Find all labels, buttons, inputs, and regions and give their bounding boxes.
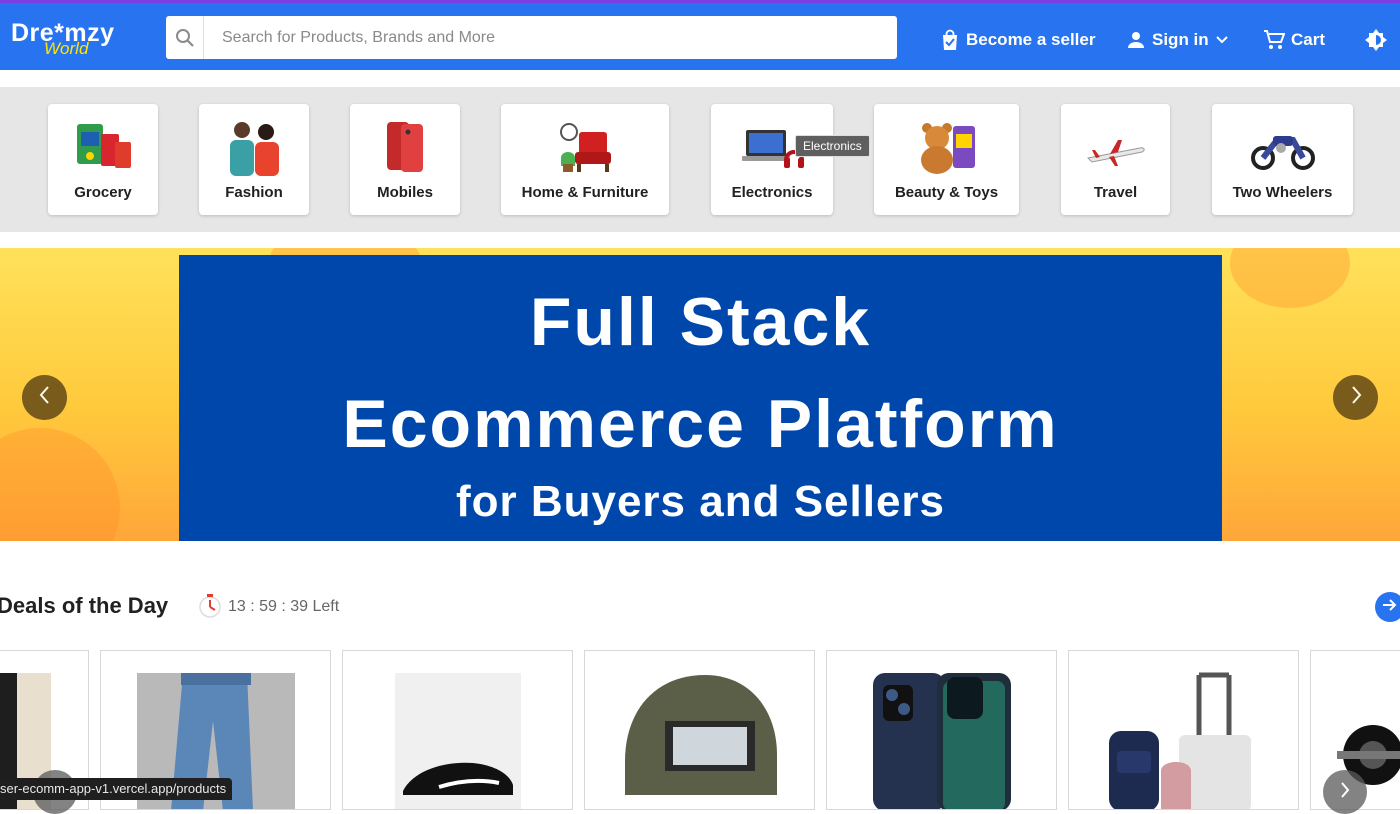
deals-next-button[interactable] xyxy=(1375,592,1400,622)
chevron-left-icon xyxy=(38,385,52,410)
search-icon[interactable] xyxy=(166,16,204,59)
logo-sub[interactable]: World xyxy=(44,39,88,59)
category-two-wheelers[interactable]: Two Wheelers xyxy=(1212,104,1353,215)
category-grocery[interactable]: Grocery xyxy=(48,104,158,215)
browser-status-url: ser-ecomm-app-v1.vercel.app/products xyxy=(0,778,233,800)
category-label: Beauty & Toys xyxy=(894,184,999,201)
home-furniture-icon xyxy=(553,118,617,176)
category-fashion[interactable]: Fashion xyxy=(199,104,309,215)
banner-prev-button[interactable] xyxy=(22,375,67,420)
travel-icon xyxy=(1084,118,1148,176)
arrow-right-icon xyxy=(1382,598,1398,617)
fashion-icon xyxy=(222,118,286,176)
navbar: Dre*mzy World Become a seller Sign in Ca… xyxy=(0,3,1400,70)
category-bar: Grocery Fashion Mobiles Home & Furniture… xyxy=(0,87,1400,232)
two-wheelers-icon xyxy=(1250,118,1315,176)
category-label: Fashion xyxy=(225,184,283,201)
category-label: Electronics xyxy=(731,184,813,201)
search-input[interactable] xyxy=(222,16,882,59)
deal-product-card[interactable] xyxy=(342,650,573,810)
helmet-icon xyxy=(585,651,814,809)
grocery-icon xyxy=(71,118,135,176)
category-beauty-toys[interactable]: Beauty & Toys xyxy=(874,104,1019,215)
category-travel[interactable]: Travel xyxy=(1061,104,1170,215)
hero-banner[interactable]: Full Stack Ecommerce Platform for Buyers… xyxy=(0,248,1400,541)
phone-case-icon xyxy=(827,651,1056,809)
category-electronics[interactable]: Electronics xyxy=(711,104,833,215)
cart-icon xyxy=(1263,29,1285,51)
decorative-flower xyxy=(0,428,120,541)
electronics-tooltip: Electronics xyxy=(795,135,870,157)
cart-button[interactable]: Cart xyxy=(1263,27,1325,53)
banner-heading-line2: Ecommerce Platform xyxy=(342,386,1059,462)
search-bar xyxy=(166,16,897,59)
category-label: Travel xyxy=(1093,184,1138,201)
category-label: Home & Furniture xyxy=(521,184,649,201)
sign-in-button[interactable]: Sign in xyxy=(1126,27,1229,53)
shop-bag-icon xyxy=(940,29,960,51)
become-seller-label: Become a seller xyxy=(966,30,1096,49)
category-label: Grocery xyxy=(74,184,132,201)
banner-subheading: for Buyers and Sellers xyxy=(455,477,946,526)
deal-product-card[interactable] xyxy=(826,650,1057,810)
theme-toggle-icon[interactable] xyxy=(1364,28,1388,57)
deal-product-card[interactable] xyxy=(1068,650,1299,810)
mobiles-icon xyxy=(373,118,437,176)
timer-icon xyxy=(198,593,222,624)
beauty-toys-icon xyxy=(915,118,979,176)
user-icon xyxy=(1126,30,1146,50)
deals-countdown: 13 : 59 : 39 Left xyxy=(228,598,340,615)
banner-heading-line1: Full Stack xyxy=(529,284,872,360)
category-label: Mobiles xyxy=(377,184,433,201)
banner-text-panel: Full Stack Ecommerce Platform for Buyers… xyxy=(179,255,1222,541)
deal-product-card[interactable] xyxy=(584,650,815,810)
banner-next-button[interactable] xyxy=(1333,375,1378,420)
cart-label: Cart xyxy=(1291,30,1326,49)
luggage-icon xyxy=(1069,651,1298,809)
become-seller-button[interactable]: Become a seller xyxy=(940,27,1095,53)
chevron-right-icon xyxy=(1349,385,1363,410)
category-label: Two Wheelers xyxy=(1232,184,1333,201)
deals-scroll-right-button[interactable] xyxy=(1323,770,1367,814)
chevron-down-icon xyxy=(1215,35,1229,45)
sign-in-label: Sign in xyxy=(1152,30,1209,49)
chevron-right-icon xyxy=(1339,781,1351,804)
sneaker-icon xyxy=(343,651,572,809)
category-mobiles[interactable]: Mobiles xyxy=(350,104,460,215)
deals-title: Deals of the Day xyxy=(0,593,169,618)
decorative-flower xyxy=(1230,248,1350,308)
category-home-furniture[interactable]: Home & Furniture xyxy=(501,104,669,215)
